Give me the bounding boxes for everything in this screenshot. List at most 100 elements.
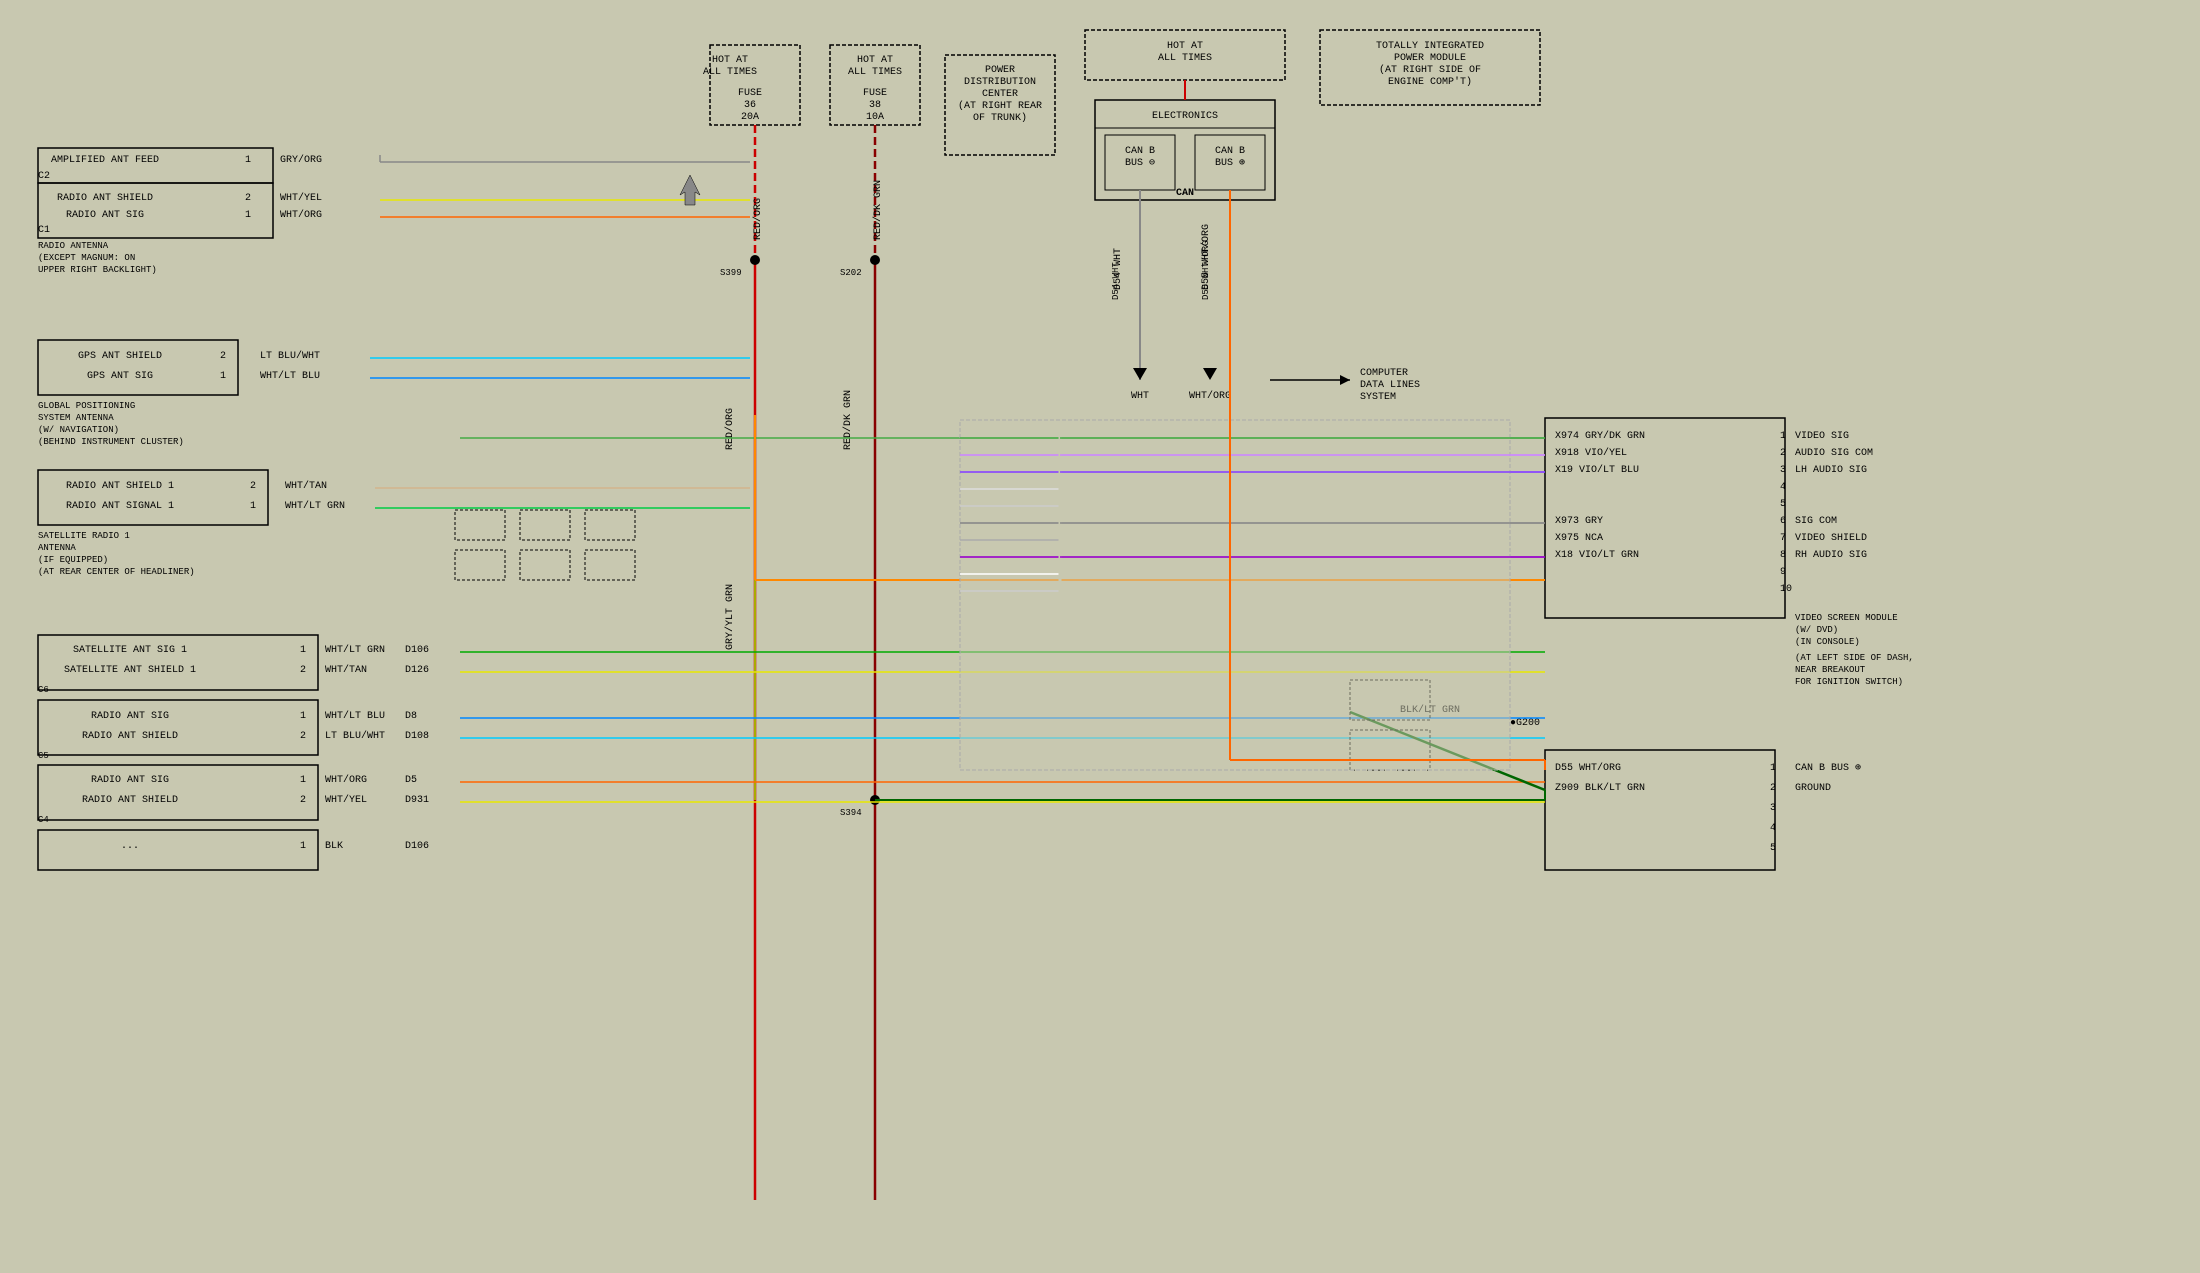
svg-text:RED/ORG: RED/ORG [724, 408, 736, 450]
svg-text:RH AUDIO SIG: RH AUDIO SIG [1795, 550, 1867, 561]
svg-text:(IF EQUIPPED): (IF EQUIPPED) [38, 555, 108, 565]
svg-text:WHT/LT BLU: WHT/LT BLU [260, 370, 320, 382]
svg-text:SATELLITE ANT SIG 1: SATELLITE ANT SIG 1 [73, 645, 187, 656]
svg-text:BLK: BLK [325, 841, 343, 852]
svg-text:(AT RIGHT REAR: (AT RIGHT REAR [958, 100, 1042, 112]
svg-text:2: 2 [300, 731, 306, 742]
svg-text:D55 WHT/ORG: D55 WHT/ORG [1200, 224, 1212, 290]
svg-text:VIDEO SCREEN MODULE: VIDEO SCREEN MODULE [1795, 613, 1898, 623]
svg-text:RADIO ANT SIG: RADIO ANT SIG [66, 210, 144, 221]
svg-text:WHT/LT GRN: WHT/LT GRN [285, 500, 345, 512]
svg-text:ANTENNA: ANTENNA [38, 543, 76, 553]
svg-text:D106: D106 [405, 645, 429, 656]
svg-text:FUSE: FUSE [738, 88, 762, 99]
svg-text:CENTER: CENTER [982, 89, 1018, 100]
svg-text:DISTRIBUTION: DISTRIBUTION [964, 77, 1036, 88]
svg-text:10A: 10A [866, 112, 884, 123]
svg-text:D931: D931 [405, 795, 429, 806]
diagram-container: HOT AT ALL TIMES FUSE 36 20A HOT AT ALL … [0, 0, 2200, 1273]
svg-text:CAN B: CAN B [1215, 146, 1245, 157]
svg-text:RADIO ANT SHIELD: RADIO ANT SHIELD [57, 193, 153, 204]
svg-text:WHT/YEL: WHT/YEL [280, 192, 322, 204]
svg-text:S394: S394 [840, 808, 862, 818]
svg-text:GRY/YLT GRN: GRY/YLT GRN [724, 584, 736, 650]
svg-text:C4: C4 [38, 815, 49, 825]
svg-text:Z909 BLK/LT GRN: Z909 BLK/LT GRN [1555, 782, 1645, 794]
svg-text:WHT: WHT [1131, 391, 1149, 402]
wiring-diagram-svg: HOT AT ALL TIMES FUSE 36 20A HOT AT ALL … [0, 0, 2200, 1273]
svg-text:HOT AT: HOT AT [1167, 41, 1203, 52]
svg-text:6: 6 [1780, 516, 1786, 527]
svg-text:X975 NCA: X975 NCA [1555, 533, 1603, 544]
svg-text:2: 2 [250, 481, 256, 492]
svg-text:FOR IGNITION SWITCH): FOR IGNITION SWITCH) [1795, 677, 1903, 687]
svg-text:(BEHIND INSTRUMENT CLUSTER): (BEHIND INSTRUMENT CLUSTER) [38, 437, 184, 447]
svg-text:●G200: ●G200 [1510, 718, 1540, 729]
svg-text:HOT AT: HOT AT [857, 55, 893, 66]
svg-text:COMPUTER: COMPUTER [1360, 368, 1408, 379]
svg-text:WHT/ORG: WHT/ORG [325, 774, 367, 786]
svg-text:2: 2 [300, 665, 306, 676]
svg-text:TOTALLY INTEGRATED: TOTALLY INTEGRATED [1376, 41, 1484, 52]
svg-text:D5: D5 [405, 775, 417, 786]
svg-text:SIG COM: SIG COM [1795, 516, 1837, 527]
svg-text:RADIO ANT SIG: RADIO ANT SIG [91, 711, 169, 722]
svg-text:CAN B BUS ⊕: CAN B BUS ⊕ [1795, 763, 1861, 774]
svg-text:VIDEO SHIELD: VIDEO SHIELD [1795, 533, 1867, 544]
svg-text:FUSE: FUSE [863, 88, 887, 99]
svg-text:2: 2 [220, 351, 226, 362]
svg-text:2: 2 [245, 193, 251, 204]
svg-text:RADIO ANT SIGNAL 1: RADIO ANT SIGNAL 1 [66, 501, 174, 512]
svg-text:C2: C2 [38, 171, 50, 182]
svg-text:ALL TIMES: ALL TIMES [848, 67, 902, 78]
svg-text:VIDEO SIG: VIDEO SIG [1795, 431, 1849, 442]
svg-text:D108: D108 [405, 731, 429, 742]
svg-text:CAN B: CAN B [1125, 146, 1155, 157]
svg-text:(AT REAR CENTER OF HEADLINER): (AT REAR CENTER OF HEADLINER) [38, 567, 195, 577]
svg-text:(AT RIGHT SIDE OF: (AT RIGHT SIDE OF [1379, 64, 1481, 76]
svg-text:1: 1 [245, 155, 251, 166]
svg-text:RED/DK GRN: RED/DK GRN [872, 180, 884, 240]
svg-text:(EXCEPT MAGNUM: ON: (EXCEPT MAGNUM: ON [38, 253, 135, 263]
svg-text:X973 GRY: X973 GRY [1555, 516, 1603, 527]
svg-text:36: 36 [744, 100, 756, 111]
svg-text:AMPLIFIED ANT FEED: AMPLIFIED ANT FEED [51, 155, 159, 166]
svg-text:ALL TIMES: ALL TIMES [1158, 53, 1212, 64]
svg-text:GLOBAL POSITIONING: GLOBAL POSITIONING [38, 401, 135, 411]
svg-text:S202: S202 [840, 268, 862, 278]
svg-text:GPS ANT SHIELD: GPS ANT SHIELD [78, 351, 162, 362]
svg-text:10: 10 [1780, 584, 1792, 595]
svg-text:2: 2 [1780, 448, 1786, 459]
svg-text:BUS ⊖: BUS ⊖ [1125, 158, 1155, 169]
svg-text:X918 VIO/YEL: X918 VIO/YEL [1555, 447, 1627, 459]
svg-text:(AT LEFT SIDE OF DASH,: (AT LEFT SIDE OF DASH, [1795, 653, 1914, 663]
svg-text:LH AUDIO SIG: LH AUDIO SIG [1795, 465, 1867, 476]
svg-text:ENGINE COMP'T): ENGINE COMP'T) [1388, 76, 1472, 88]
svg-text:...: ... [121, 841, 139, 852]
svg-text:4: 4 [1770, 823, 1776, 834]
svg-text:1: 1 [245, 210, 251, 221]
svg-text:RADIO ANT SIG: RADIO ANT SIG [91, 775, 169, 786]
svg-text:SATELLITE RADIO 1: SATELLITE RADIO 1 [38, 531, 130, 541]
svg-text:(IN CONSOLE): (IN CONSOLE) [1795, 637, 1860, 647]
svg-text:OF TRUNK): OF TRUNK) [973, 112, 1027, 124]
svg-text:20A: 20A [741, 112, 759, 123]
svg-text:WHT/TAN: WHT/TAN [325, 664, 367, 676]
svg-text:POWER: POWER [985, 65, 1015, 76]
svg-text:HOT AT: HOT AT [712, 55, 748, 66]
svg-text:WHT/ORG: WHT/ORG [1189, 390, 1231, 402]
svg-text:RADIO ANT SHIELD: RADIO ANT SHIELD [82, 731, 178, 742]
svg-text:SYSTEM ANTENNA: SYSTEM ANTENNA [38, 413, 114, 423]
svg-text:9: 9 [1780, 567, 1786, 578]
svg-text:X18 VIO/LT GRN: X18 VIO/LT GRN [1555, 549, 1639, 561]
svg-text:D54 WHT: D54 WHT [1113, 248, 1124, 290]
svg-text:RADIO ANT SHIELD 1: RADIO ANT SHIELD 1 [66, 481, 174, 492]
svg-text:D8: D8 [405, 711, 417, 722]
svg-text:ALL TIMES: ALL TIMES [703, 67, 757, 78]
svg-text:POWER MODULE: POWER MODULE [1394, 53, 1466, 64]
svg-text:UPPER RIGHT BACKLIGHT): UPPER RIGHT BACKLIGHT) [38, 265, 157, 275]
svg-text:C1: C1 [38, 225, 50, 236]
svg-text:X974 GRY/DK GRN: X974 GRY/DK GRN [1555, 430, 1645, 442]
svg-text:2: 2 [1770, 783, 1776, 794]
svg-text:5: 5 [1780, 499, 1786, 510]
